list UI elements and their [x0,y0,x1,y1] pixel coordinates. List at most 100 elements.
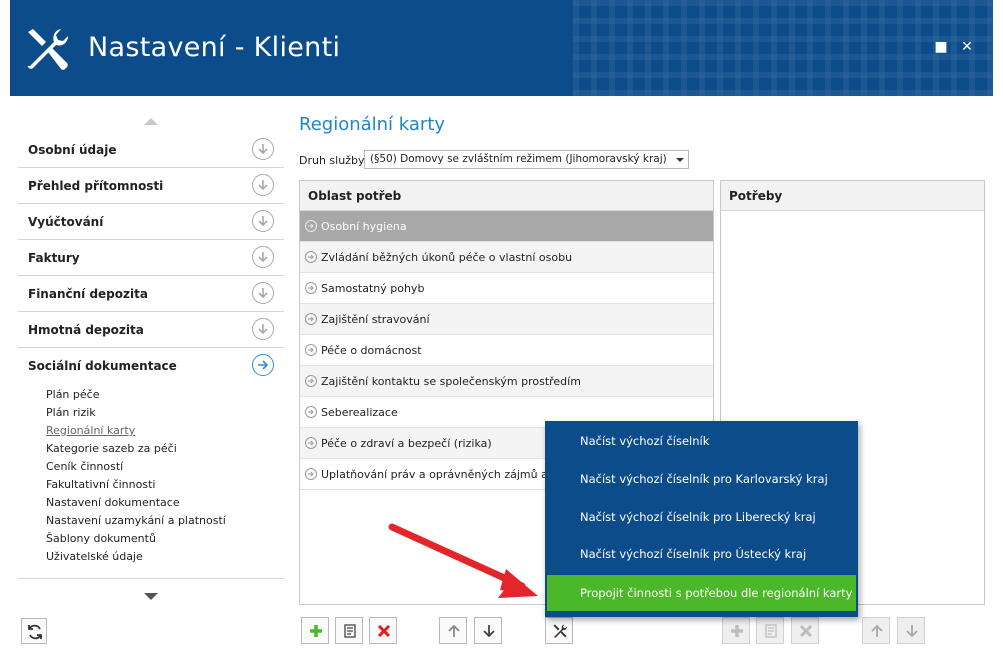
tools-button[interactable] [545,617,573,644]
chevron-down-circle-icon[interactable] [252,246,274,268]
edit-icon [765,624,777,638]
edit-button[interactable] [335,617,363,644]
sidebar-item-label: Vyúčtování [28,215,104,229]
row-arrow-icon [305,375,317,387]
table-row[interactable]: Péče o domácnost [300,335,713,366]
refresh-icon [28,624,42,640]
delete-icon [799,624,813,638]
wrench-icon [553,624,567,638]
row-arrow-icon [305,282,317,294]
row-arrow-icon [305,406,317,418]
edit-icon [344,624,356,638]
table-row[interactable]: Osobní hygiena [300,211,713,242]
window-title: Nastavení - Klienti [88,32,341,63]
scroll-down-icon[interactable] [144,593,158,600]
move-up-button[interactable] [439,617,467,644]
page-title: Regionální karty [299,114,446,135]
row-label: Péče o domácnost [321,344,422,357]
sub-item-nastaveni-uzamykani[interactable]: Nastavení uzamykání a platností [46,512,226,530]
sidebar-item-label: Sociální dokumentace [28,359,177,373]
table-header: Oblast potřeb [300,181,713,211]
arrow-down-icon [906,625,918,638]
delete-need-button[interactable] [791,617,819,644]
sidebar-item-label: Faktury [28,251,80,265]
sub-item-sablony-dokumentu[interactable]: Šablony dokumentů [46,530,226,548]
refresh-button[interactable] [21,618,47,644]
sub-item-plan-rizik[interactable]: Plán rizik [46,404,226,422]
row-label: Samostatný pohyb [321,282,425,295]
add-button[interactable] [301,617,329,644]
column-header: Potřeby [729,189,783,203]
row-label: Uplatňování práv a oprávněných zájmů a o… [321,468,582,481]
row-label: Seberealizace [321,406,398,419]
wrench-icon [27,29,68,70]
service-type-value: (§50) Domovy se zvláštním režimem (Jihom… [370,153,667,165]
chevron-down-circle-icon[interactable] [252,174,274,196]
dropdown-caret-icon [676,158,684,162]
plus-icon [731,625,743,637]
menu-item-load-liberecky[interactable]: Načíst výchozí číselník pro Liberecký kr… [545,499,858,535]
delete-button[interactable] [369,617,397,644]
row-label: Osobní hygiena [321,220,407,233]
maximize-button[interactable]: ■ [934,40,948,54]
chevron-down-circle-icon[interactable] [252,138,274,160]
sidebar-item-prehled-pritomnosti[interactable]: Přehled přítomnosti [18,168,284,204]
move-down-button[interactable] [474,617,502,644]
arrow-up-icon [871,624,883,637]
row-label: Zajištění stravování [321,313,430,326]
app-header: Nastavení - Klienti ■ ✕ [10,0,993,96]
sidebar-item-socialni-dokumentace[interactable]: Sociální dokumentace [18,348,284,384]
table-row[interactable]: Zajištění kontaktu se společenským prost… [300,366,713,397]
arrow-up-icon [448,624,460,637]
row-arrow-icon [305,468,317,480]
filter-label: Druh služby: [299,154,368,167]
menu-item-load-ustecky[interactable]: Načíst výchozí číselník pro Ústecký kraj [545,536,858,572]
row-label: Zvládání běžných úkonů péče o vlastní os… [321,251,573,264]
sidebar-divider [18,578,284,579]
move-need-down-button[interactable] [897,617,925,644]
arrow-down-icon [483,625,495,638]
sidebar-item-vyuctovani[interactable]: Vyúčtování [18,204,284,240]
edit-need-button[interactable] [756,617,784,644]
sub-item-nastaveni-dokumentace[interactable]: Nastavení dokumentace [46,494,226,512]
sidebar-item-financni-depozita[interactable]: Finanční depozita [18,276,284,312]
menu-item-link-activities[interactable]: Propojit činnosti s potřebou dle regioná… [547,575,856,611]
table-row[interactable]: Samostatný pohyb [300,273,713,304]
menu-item-load-default[interactable]: Načíst výchozí číselník [545,423,858,459]
sub-item-kategorie-sazeb[interactable]: Kategorie sazeb za péči [46,440,226,458]
header-pattern [573,0,993,96]
row-arrow-icon [305,437,317,449]
table-row[interactable]: Zvládání běžných úkonů péče o vlastní os… [300,242,713,273]
sidebar-item-label: Osobní údaje [28,143,117,157]
move-need-up-button[interactable] [862,617,890,644]
sidebar-item-hmotna-depozita[interactable]: Hmotná depozita [18,312,284,348]
chevron-down-circle-icon[interactable] [252,210,274,232]
row-arrow-icon [305,313,317,325]
table-row[interactable]: Zajištění stravování [300,304,713,335]
sub-item-fakultativni-cinnosti[interactable]: Fakultativní činnosti [46,476,226,494]
chevron-right-circle-icon[interactable] [252,354,274,376]
sub-item-regionalni-karty[interactable]: Regionální karty [46,422,226,440]
row-label: Zajištění kontaktu se společenským prost… [321,375,581,388]
sidebar-item-label: Hmotná depozita [28,323,144,337]
sidebar-item-osobni-udaje[interactable]: Osobní údaje [18,132,284,168]
add-need-button[interactable] [722,617,750,644]
sidebar-item-label: Finanční depozita [28,287,148,301]
sidebar-sub-list: Plán péče Plán rizik Regionální karty Ka… [46,386,226,566]
service-type-select[interactable]: (§50) Domovy se zvláštním režimem (Jihom… [364,150,689,169]
sidebar-item-faktury[interactable]: Faktury [18,240,284,276]
close-button[interactable]: ✕ [960,40,974,54]
row-arrow-icon [305,344,317,356]
plus-icon [310,625,322,637]
column-header: Oblast potřeb [308,189,402,203]
chevron-down-circle-icon[interactable] [252,282,274,304]
scroll-up-icon[interactable] [144,118,158,125]
row-arrow-icon [305,220,317,232]
sub-item-uzivatelske-udaje[interactable]: Uživatelské údaje [46,548,226,566]
table-header: Potřeby [721,181,984,211]
menu-item-load-karlovarsky[interactable]: Načíst výchozí číselník pro Karlovarský … [545,461,858,497]
sidebar-item-label: Přehled přítomnosti [28,179,164,193]
sub-item-plan-pece[interactable]: Plán péče [46,386,226,404]
chevron-down-circle-icon[interactable] [252,318,274,340]
sub-item-cenik-cinnosti[interactable]: Ceník činností [46,458,226,476]
